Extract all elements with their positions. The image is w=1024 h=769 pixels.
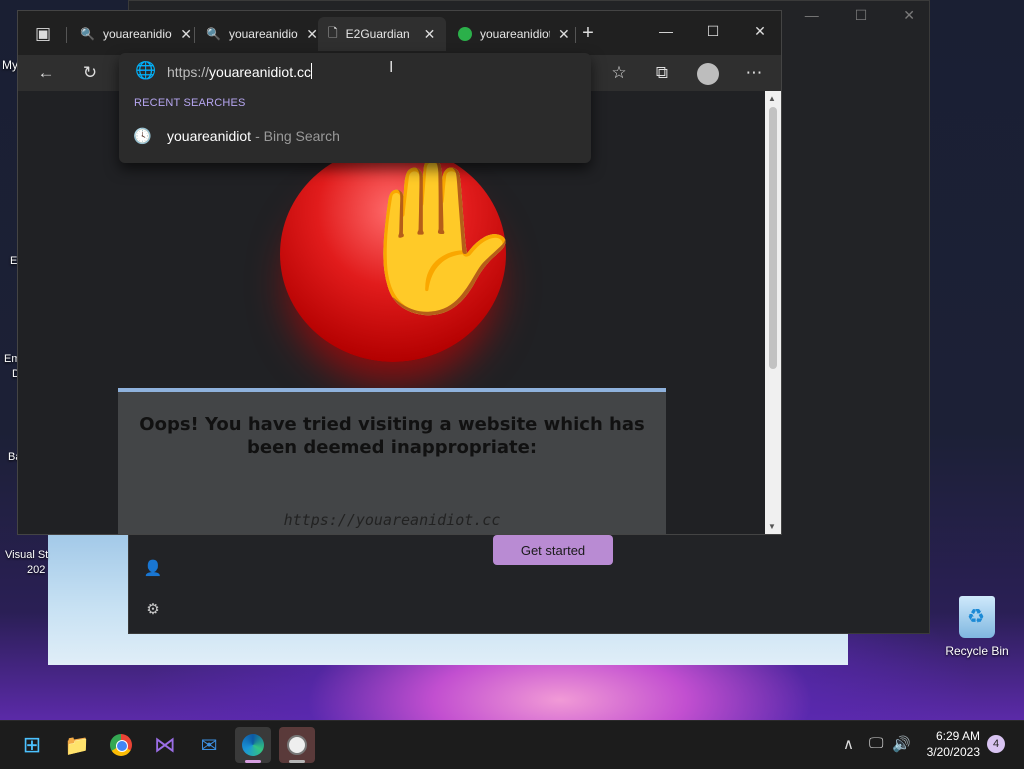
tab-youareanidiot-3[interactable]: youareanidiot ✕ xyxy=(448,17,573,51)
address-host: youareanidiot.cc xyxy=(209,64,311,80)
site-favicon-icon xyxy=(458,27,472,41)
visual-studio-icon[interactable]: ⋈ xyxy=(147,727,183,763)
tab-title: youareanidiot xyxy=(480,27,550,41)
close-tab-icon[interactable]: ✕ xyxy=(180,26,192,43)
clock[interactable]: 6:29 AM 3/20/2023 xyxy=(916,728,980,760)
tab-e2guardian[interactable]: 🗋 E2Guardian ✕ xyxy=(318,17,446,51)
person-icon[interactable]: 👤 xyxy=(143,559,163,579)
close-tab-icon[interactable]: ✕ xyxy=(558,26,570,43)
get-started-button[interactable]: Get started xyxy=(493,535,613,565)
suggestion-query: youareanidiot xyxy=(167,128,252,144)
browser-window: ▣ 🔍 youareanidiot ✕ 🔍 youareanidiot ✕ 🗋 … xyxy=(17,10,782,535)
maximize-icon[interactable]: ☐ xyxy=(703,23,723,40)
tab-title: E2Guardian xyxy=(345,27,410,41)
suggestion-item[interactable]: 🕓 youareanidiot - Bing Search xyxy=(119,121,591,151)
mail-icon[interactable]: ✉ xyxy=(191,727,227,763)
gear-icon[interactable]: ⚙ xyxy=(143,600,163,620)
search-icon: 🔍 xyxy=(206,27,221,41)
tab-actions-icon[interactable]: ▣ xyxy=(32,24,54,44)
text-caret xyxy=(310,63,312,79)
tab-separator xyxy=(194,27,195,43)
minimize-icon[interactable]: — xyxy=(656,23,676,39)
collections-icon[interactable]: ⧉ xyxy=(651,63,673,83)
recycle-bin-icon xyxy=(959,596,995,638)
desktop-icon-label[interactable]: 202 xyxy=(27,564,45,576)
page-scrollbar[interactable]: ▲ ▼ xyxy=(765,91,781,534)
recycle-bin[interactable]: Recycle Bin xyxy=(942,596,1012,658)
close-icon[interactable]: ✕ xyxy=(903,7,915,24)
address-suggestions-dropdown: 🌐 https://youareanidiot.cc I RECENT SEAR… xyxy=(119,53,591,163)
show-hidden-icons-icon[interactable]: ∧ xyxy=(843,735,854,753)
background-window-controls: — ☐ ✕ xyxy=(805,7,915,24)
stop-hand-icon: ✋ xyxy=(343,152,530,320)
scroll-thumb[interactable] xyxy=(769,107,777,369)
tab-youareanidiot-2[interactable]: 🔍 youareanidiot ✕ xyxy=(196,17,318,51)
network-icon[interactable]: 🖵 xyxy=(869,735,883,752)
chrome-icon[interactable] xyxy=(103,727,139,763)
file-explorer-icon[interactable]: 📁 xyxy=(59,727,95,763)
minimize-icon[interactable]: — xyxy=(805,7,819,24)
close-tab-icon[interactable]: ✕ xyxy=(306,26,318,43)
desktop-icon-label[interactable]: My xyxy=(2,58,18,72)
history-icon: 🕓 xyxy=(133,128,152,145)
globe-icon: 🌐 xyxy=(135,61,157,80)
refresh-icon[interactable]: ↻ xyxy=(79,63,101,83)
notification-badge[interactable]: 4 xyxy=(987,735,1005,753)
document-icon: 🗋 xyxy=(328,25,338,40)
scroll-up-icon[interactable]: ▲ xyxy=(768,94,776,103)
close-icon[interactable]: ✕ xyxy=(750,23,770,40)
new-tab-icon[interactable]: + xyxy=(578,22,598,45)
clock-time: 6:29 AM xyxy=(935,729,980,743)
tab-separator xyxy=(575,27,576,43)
more-menu-icon[interactable]: ⋯ xyxy=(743,63,765,83)
block-message-box: Oops! You have tried visiting a website … xyxy=(118,388,666,534)
tab-title: youareanidiot xyxy=(102,27,173,41)
favorites-icon[interactable]: ☆ xyxy=(608,63,630,83)
tab-separator xyxy=(66,27,67,43)
back-icon[interactable]: ← xyxy=(35,63,57,83)
desktop-icon-label[interactable]: Visual St xyxy=(5,549,48,561)
tab-youareanidiot-1[interactable]: 🔍 youareanidiot ✕ xyxy=(70,17,192,51)
tab-title: youareanidiot xyxy=(228,27,299,41)
recent-searches-heading: RECENT SEARCHES xyxy=(134,97,246,109)
tab-bar: ▣ 🔍 youareanidiot ✕ 🔍 youareanidiot ✕ 🗋 … xyxy=(18,11,781,55)
profile-avatar-icon[interactable] xyxy=(697,63,719,90)
start-icon[interactable]: ⊞ xyxy=(14,727,50,763)
blocked-url: https://youareanidiot.cc xyxy=(283,511,501,529)
search-icon: 🔍 xyxy=(80,27,95,41)
scroll-down-icon[interactable]: ▼ xyxy=(768,522,776,531)
recycle-bin-label: Recycle Bin xyxy=(945,644,1009,658)
volume-icon[interactable]: 🔊 xyxy=(892,735,911,753)
block-message: Oops! You have tried visiting a website … xyxy=(139,414,645,458)
clock-date: 3/20/2023 xyxy=(926,745,980,759)
clock-app-icon[interactable] xyxy=(279,727,315,763)
close-tab-icon[interactable]: ✕ xyxy=(424,26,436,43)
edge-icon[interactable] xyxy=(235,727,271,763)
suggestion-source: - Bing Search xyxy=(255,128,340,144)
address-protocol: https:// xyxy=(167,64,210,80)
maximize-icon[interactable]: ☐ xyxy=(855,7,868,24)
address-bar-input[interactable]: https://youareanidiot.cc xyxy=(167,61,547,83)
text-cursor-icon: I xyxy=(389,59,394,76)
taskbar: ⊞ 📁 ⋈ ✉ ∧ 🖵 🔊 6:29 AM 3/20/2023 xyxy=(0,720,1024,769)
